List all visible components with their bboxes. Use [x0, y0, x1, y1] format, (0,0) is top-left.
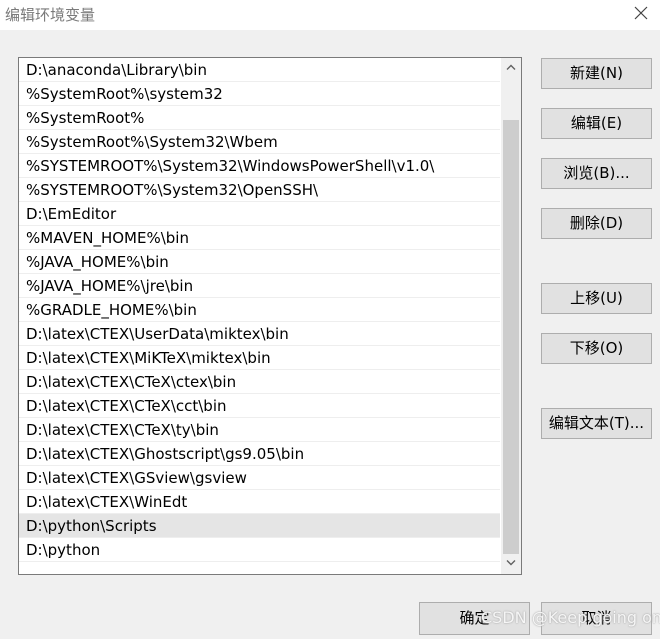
path-list[interactable]: D:\anaconda\Library\bin %SystemRoot%\syst… [18, 57, 522, 575]
path-list-item[interactable]: %SYSTEMROOT%\System32\OpenSSH\ [19, 178, 500, 202]
path-list-item[interactable]: D:\latex\CTEX\WinEdt [19, 490, 500, 514]
delete-button[interactable]: 删除(D) [541, 208, 652, 239]
scroll-up-button[interactable] [501, 58, 521, 78]
vertical-scrollbar[interactable] [501, 58, 521, 574]
chevron-up-icon [506, 64, 516, 70]
path-list-item[interactable]: %SystemRoot%\system32 [19, 82, 500, 106]
path-list-item[interactable]: %SYSTEMROOT%\System32\WindowsPowerShell\… [19, 154, 500, 178]
path-list-item[interactable]: D:\latex\CTEX\UserData\miktex\bin [19, 322, 500, 346]
path-list-item[interactable]: D:\latex\CTEX\Ghostscript\gs9.05\bin [19, 442, 500, 466]
path-list-item[interactable]: D:\EmEditor [19, 202, 500, 226]
path-list-item[interactable]: %JAVA_HOME%\bin [19, 250, 500, 274]
path-list-rows: D:\anaconda\Library\bin %SystemRoot%\syst… [19, 58, 500, 562]
window-title: 编辑环境变量 [5, 6, 96, 24]
path-list-item[interactable]: D:\latex\CTEX\CTeX\ty\bin [19, 418, 500, 442]
close-icon [634, 6, 648, 20]
path-list-item[interactable]: %JAVA_HOME%\jre\bin [19, 274, 500, 298]
path-list-item[interactable]: D:\python\Scripts [19, 514, 500, 538]
title-bar: 编辑环境变量 [0, 0, 660, 30]
move-up-button[interactable]: 上移(U) [541, 283, 652, 314]
edit-text-button[interactable]: 编辑文本(T)... [541, 408, 652, 439]
move-down-button[interactable]: 下移(O) [541, 333, 652, 364]
path-list-item[interactable]: D:\latex\CTEX\GSview\gsview [19, 466, 500, 490]
path-list-item[interactable]: %GRADLE_HOME%\bin [19, 298, 500, 322]
path-list-item[interactable]: %SystemRoot% [19, 106, 500, 130]
edit-button[interactable]: 编辑(E) [541, 108, 652, 139]
browse-button[interactable]: 浏览(B)... [541, 158, 652, 189]
path-list-item[interactable]: D:\anaconda\Library\bin [19, 58, 500, 82]
scrollbar-thumb[interactable] [503, 120, 519, 554]
new-button[interactable]: 新建(N) [541, 58, 652, 89]
scroll-down-button[interactable] [501, 554, 521, 574]
path-list-item[interactable]: D:\python [19, 538, 500, 562]
chevron-down-icon [506, 560, 516, 566]
path-list-item[interactable]: %MAVEN_HOME%\bin [19, 226, 500, 250]
path-list-item[interactable]: D:\latex\CTEX\MiKTeX\miktex\bin [19, 346, 500, 370]
path-list-item[interactable]: D:\latex\CTEX\CTeX\cct\bin [19, 394, 500, 418]
watermark: CSDN @Keep going on [481, 608, 660, 627]
path-list-item[interactable]: %SystemRoot%\System32\Wbem [19, 130, 500, 154]
path-list-item[interactable]: D:\latex\CTEX\CTeX\ctex\bin [19, 370, 500, 394]
close-button[interactable] [628, 2, 654, 26]
